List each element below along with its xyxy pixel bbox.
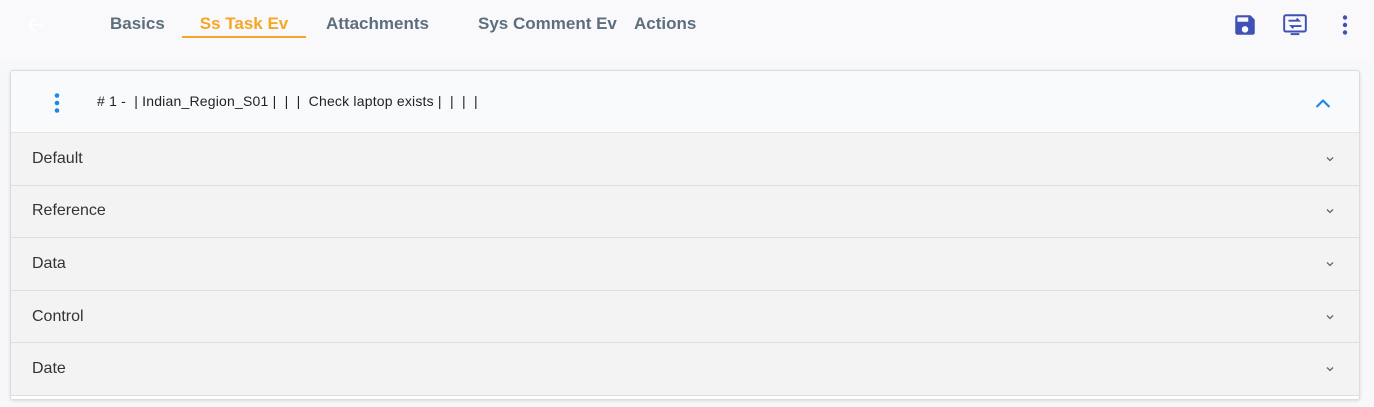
record-title: # 1 - | Indian_Region_S01 | | | Check la… — [97, 93, 478, 109]
chevron-down-icon — [1323, 362, 1337, 376]
tab-basics[interactable]: Basics — [92, 0, 176, 48]
tab-actions[interactable]: Actions — [624, 0, 724, 48]
arrow-left-icon — [27, 17, 43, 33]
collapse-button[interactable] — [1311, 91, 1335, 115]
section-control[interactable]: Control — [11, 290, 1359, 344]
more-options-button[interactable] — [1332, 12, 1358, 38]
chevron-down-icon — [1323, 310, 1337, 324]
tab-ss-task-ev[interactable]: Ss Task Ev — [182, 0, 306, 48]
more-vertical-icon — [1342, 15, 1348, 35]
save-icon — [1235, 15, 1255, 35]
record-panel: # 1 - | Indian_Region_S01 | | | Check la… — [10, 70, 1360, 400]
tab-bar: Basics Ss Task Ev Attachments Sys Commen… — [92, 0, 724, 48]
section-data[interactable]: Data — [11, 238, 1359, 291]
record-header[interactable]: # 1 - | Indian_Region_S01 | | | Check la… — [11, 71, 1359, 133]
section-label: Data — [32, 254, 66, 272]
tab-label: Basics — [110, 14, 165, 33]
section-label: Default — [32, 149, 83, 167]
tab-label: Actions — [634, 14, 697, 33]
tab-sys-comment-ev[interactable]: Sys Comment Ev — [454, 0, 624, 48]
chevron-down-icon — [1323, 152, 1337, 166]
section-list: Default Reference Data Control Date — [11, 133, 1359, 396]
section-label: Date — [32, 360, 66, 378]
transfer-button[interactable] — [1282, 12, 1308, 38]
section-date[interactable]: Date — [11, 343, 1359, 396]
more-vertical-icon — [54, 93, 60, 113]
save-button[interactable] — [1232, 12, 1258, 38]
section-label: Control — [32, 307, 84, 325]
tab-label: Attachments — [326, 14, 429, 33]
section-default[interactable]: Default — [11, 133, 1359, 186]
tab-label: Sys Comment Ev — [478, 14, 617, 33]
tab-attachments[interactable]: Attachments — [308, 0, 450, 48]
back-button[interactable] — [22, 12, 48, 38]
chevron-down-icon — [1323, 257, 1337, 271]
chevron-up-icon — [1316, 99, 1330, 108]
tab-label: Ss Task Ev — [199, 14, 289, 33]
chevron-down-icon — [1323, 204, 1337, 218]
section-label: Reference — [32, 202, 106, 220]
section-reference[interactable]: Reference — [11, 185, 1359, 239]
record-menu-button[interactable] — [49, 91, 65, 115]
transfer-icon — [1283, 14, 1307, 36]
top-toolbar: Basics Ss Task Ev Attachments Sys Commen… — [0, 0, 1374, 60]
